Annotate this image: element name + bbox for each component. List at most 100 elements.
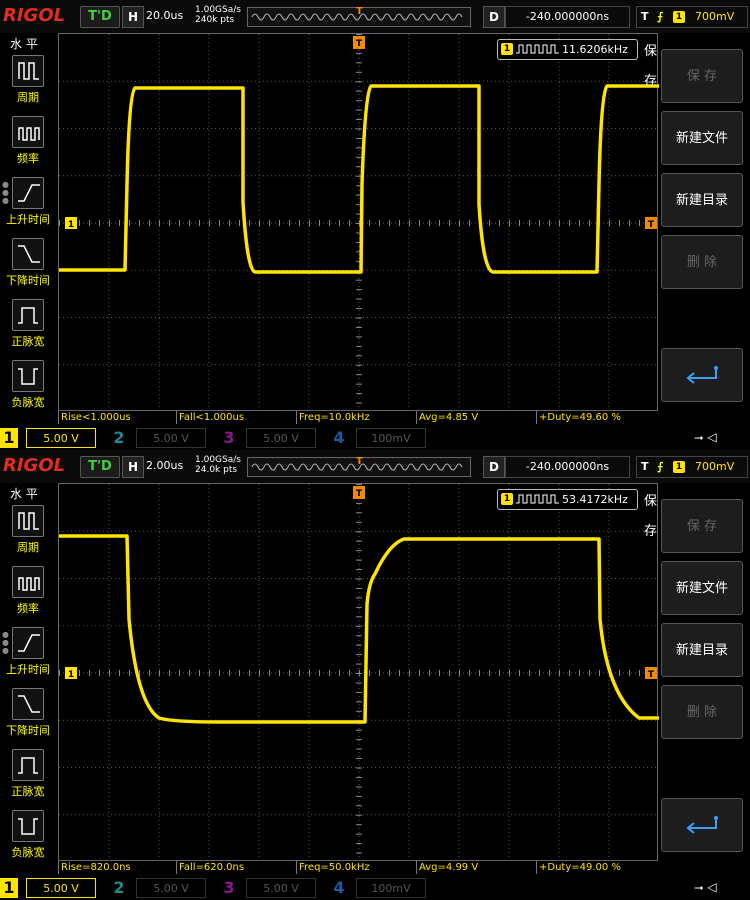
channel-number: 3 [223, 428, 235, 447]
measure-item-label: 上升时间 [6, 213, 50, 226]
negative-width-icon [12, 360, 44, 392]
positive-width-icon [12, 749, 44, 781]
delete-button[interactable]: 删 除 [661, 685, 743, 739]
trigger-position-marker: T [353, 36, 365, 49]
svg-text:T: T [356, 39, 363, 49]
delay-label[interactable]: D [483, 456, 505, 478]
measure-frequency: Freq=10.0kHz [296, 411, 413, 424]
channel-3-tag[interactable]: 3 5.00 V [220, 878, 328, 898]
measure-item-label: 周期 [17, 91, 39, 104]
delete-button[interactable]: 删 除 [661, 235, 743, 289]
channel-2-tag[interactable]: 2 5.00 V [110, 428, 218, 448]
more-dots-icon: ● ● ● [2, 180, 9, 205]
save-menu-title: 保存 [644, 44, 658, 89]
channel-scale: 5.00 V [246, 428, 316, 448]
trigger-channel-badge: 1 [673, 11, 685, 23]
channel-bar: 1 5.00 V 2 5.00 V 3 5.00 V 4 100mV ⭢ ◁ [0, 426, 750, 450]
channel-2-tag[interactable]: 2 5.00 V [110, 878, 218, 898]
trigger-channel-badge: 1 [673, 461, 685, 473]
channel-number: 2 [113, 428, 125, 447]
measure-duty: +Duty=49.60 % [536, 411, 655, 424]
frequency-icon [12, 116, 44, 148]
channel-1-tag[interactable]: 1 5.00 V [0, 428, 108, 448]
back-button[interactable] [661, 798, 743, 852]
save-button[interactable]: 保 存 [661, 499, 743, 553]
channel-number: 1 [0, 428, 18, 448]
measure-item-label: 周期 [17, 541, 39, 554]
measure-menu: 水 平 周期 频率 上升时间 ● ● ● 下降时间 正脉宽 负脉宽 [0, 33, 56, 413]
measure-item-rise-time[interactable]: 上升时间 ● ● ● [0, 177, 56, 237]
square-wave-icon [516, 494, 559, 504]
measure-menu-title: 水 平 [10, 487, 38, 501]
trigger-status-badge: T'D [80, 456, 120, 478]
save-button[interactable]: 保 存 [661, 49, 743, 103]
waveform-grid[interactable]: 1TT [58, 483, 659, 861]
new-folder-button[interactable]: 新建目录 [661, 173, 743, 227]
waveform-display: 1 TT [59, 484, 659, 861]
measure-item-frequency[interactable]: 频率 [0, 116, 56, 176]
new-file-button[interactable]: 新建文件 [661, 561, 743, 615]
measure-item-negative-width[interactable]: 负脉宽 [0, 810, 56, 870]
timebase-value[interactable]: 2.00us [146, 456, 192, 476]
measure-fall: Fall<1.000us [176, 411, 293, 424]
measure-item-negative-width[interactable]: 负脉宽 [0, 360, 56, 420]
rigol-logo: RIGOL [3, 5, 66, 26]
new-folder-button[interactable]: 新建目录 [661, 623, 743, 677]
back-button[interactable] [661, 348, 743, 402]
return-arrow-icon [686, 366, 718, 384]
measure-frequency: Freq=50.0kHz [296, 861, 413, 874]
measure-average: Avg=4.85 V [416, 411, 533, 424]
measure-item-label: 正脉宽 [11, 335, 45, 348]
trigger-label: T [641, 10, 649, 23]
svg-text:1: 1 [68, 670, 74, 680]
measure-item-fall-time[interactable]: 下降时间 [0, 238, 56, 298]
channel-scale: 100mV [356, 428, 426, 448]
waveform-display: 1 TT [59, 34, 659, 411]
waveform-grid[interactable]: 1TT [58, 33, 659, 411]
measure-item-rise-time[interactable]: 上升时间 ● ● ● [0, 627, 56, 687]
channel-4-tag[interactable]: 4 100mV [330, 878, 438, 898]
trigger-info[interactable]: T ⨍ 1 700mV [636, 456, 748, 478]
channel-4-tag[interactable]: 4 100mV [330, 428, 438, 448]
channel-3-tag[interactable]: 3 5.00 V [220, 428, 328, 448]
measure-duty: +Duty=49.00 % [536, 861, 655, 874]
measure-item-label: 负脉宽 [11, 396, 45, 409]
timebase-value[interactable]: 20.0us [146, 6, 192, 26]
delay-value[interactable]: -240.000000ns [505, 6, 630, 28]
memory-trigger-marker: T [356, 6, 363, 17]
delay-value[interactable]: -240.000000ns [505, 456, 630, 478]
measure-item-positive-width[interactable]: 正脉宽 [0, 749, 56, 809]
counter-channel-badge: 1 [501, 493, 513, 505]
counter-frequency: 11.6206kHz [562, 43, 628, 56]
negative-width-icon [12, 810, 44, 842]
measure-item-period[interactable]: 周期 [0, 55, 56, 115]
period-icon [12, 55, 44, 87]
rigol-logo: RIGOL [3, 455, 66, 476]
measure-average: Avg=4.99 V [416, 861, 533, 874]
horizontal-label[interactable]: H [122, 6, 144, 28]
trigger-status-badge: T'D [80, 6, 120, 28]
usb-and-sound-icon: ⭢ ◁ [694, 430, 717, 444]
horizontal-label[interactable]: H [122, 456, 144, 478]
channel-scale: 5.00 V [136, 428, 206, 448]
measure-item-label: 下降时间 [6, 724, 50, 737]
acquisition-info: 1.00GSa/s 24.0k pts [195, 455, 241, 475]
frequency-counter: 1 11.6206kHz [497, 39, 638, 60]
rise-time-icon [12, 177, 44, 209]
acquisition-info: 1.00GSa/s 240k pts [195, 5, 241, 25]
measure-item-fall-time[interactable]: 下降时间 [0, 688, 56, 748]
trigger-info[interactable]: T ⨍ 1 700mV [636, 6, 748, 28]
channel-number: 1 [0, 878, 18, 898]
measure-item-period[interactable]: 周期 [0, 505, 56, 565]
measure-item-label: 频率 [17, 152, 39, 165]
sample-rate: 1.00GSa/s [195, 5, 241, 15]
channel-number: 2 [113, 878, 125, 897]
frequency-icon [12, 566, 44, 598]
measure-item-frequency[interactable]: 频率 [0, 566, 56, 626]
ch1-ground-marker: 1 [65, 667, 77, 680]
svg-text:1: 1 [68, 220, 74, 230]
channel-1-tag[interactable]: 1 5.00 V [0, 878, 108, 898]
new-file-button[interactable]: 新建文件 [661, 111, 743, 165]
delay-label[interactable]: D [483, 6, 505, 28]
measure-item-positive-width[interactable]: 正脉宽 [0, 299, 56, 359]
